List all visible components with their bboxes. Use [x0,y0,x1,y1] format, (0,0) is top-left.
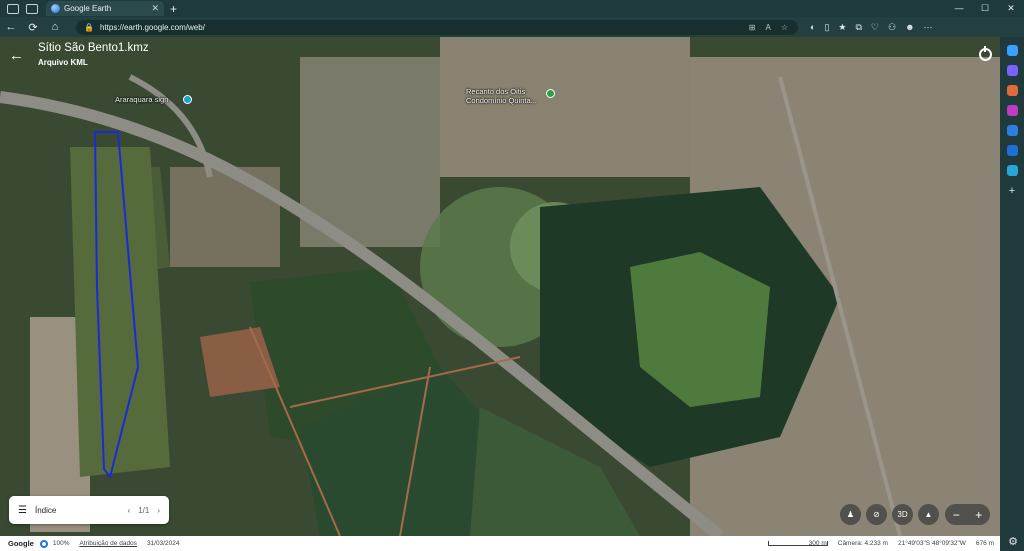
collections-icon[interactable]: ⧉ [855,22,861,33]
no-tilt-icon[interactable]: ⊘ [866,504,887,525]
browser-toolbar: ← ⟳ ⌂ 🔒 https://earth.google.com/web/ ⊞ … [0,17,1024,37]
new-tab-icon[interactable]: + [170,2,177,16]
outlook-icon[interactable] [1006,145,1018,156]
satellite-map[interactable]: ← Sítio São Bento1.kmz Arquivo KML Arara… [0,37,1000,536]
close-window-icon[interactable]: ✕ [998,3,1024,14]
window-controls: — ☐ ✕ [946,3,1024,14]
favorites-icon[interactable]: ★ [838,22,846,33]
map-label-place-2-line1[interactable]: Recanto dos Oitis [466,87,525,96]
scale-bar: 300 m [767,540,828,547]
list-icon: ☰ [18,504,27,516]
minimize-icon[interactable]: — [946,3,972,14]
file-subtitle: Arquivo KML [38,58,88,67]
toolbox-icon[interactable] [1006,85,1018,96]
tab-actions-icon[interactable] [26,3,38,14]
home-icon[interactable]: ⌂ [44,21,66,33]
back-arrow-icon[interactable]: ← [9,47,24,64]
park-pin-icon[interactable] [546,89,555,98]
browser-tab-bar: Google Earth ✕ + — ☐ ✕ [0,0,1024,17]
browser-sidebar: + [1000,37,1024,551]
pegman-icon[interactable]: ♟ [840,504,861,525]
zoom-level: 100% [52,540,70,547]
page-indicator: 1/1 [138,505,150,515]
close-tab-icon[interactable]: ✕ [151,3,159,14]
file-title: Sítio São Bento1.kmz [38,42,149,54]
refresh-icon[interactable]: ⟳ [22,21,44,34]
read-aloud-icon[interactable]: A [765,23,770,32]
browser-essentials-icon[interactable]: ⚇ [888,22,896,33]
workspaces-icon[interactable] [7,3,19,14]
tag-icon[interactable] [1006,65,1018,76]
profile-avatar-icon[interactable]: ☻ [905,22,914,33]
address-bar[interactable]: 🔒 https://earth.google.com/web/ ⊞ A ☆ [76,19,798,35]
tab-google-earth[interactable]: Google Earth ✕ [46,1,164,16]
zoom-out-icon[interactable]: − [953,508,960,522]
map-label-place-1[interactable]: Araraquara sign [115,95,168,104]
google-brand: Google [8,539,34,548]
telegram-icon[interactable] [1006,165,1018,176]
tab-title: Google Earth [64,4,112,13]
camera-altitude: Câmera: 4.233 m [837,540,888,547]
lock-icon[interactable]: 🔒 [84,23,94,32]
imagery-date: 31/03/2024 [146,540,180,547]
copilot-icon[interactable] [1006,45,1018,56]
add-sidebar-icon[interactable]: + [1009,185,1015,197]
coordinates: 21°49'03"S 48°09'32"W [897,540,966,547]
status-bar: Google 100% Atribuição de dados 31/03/20… [0,536,1000,551]
split-screen-icon[interactable]: ▯ [824,22,829,33]
3d-toggle-button[interactable]: 3D [892,504,913,525]
next-page-icon[interactable]: › [157,506,160,515]
performance-icon[interactable]: ♡ [871,22,879,33]
compass-icon[interactable]: ▲ [918,504,939,525]
power-icon[interactable] [979,46,992,61]
more-menu-icon[interactable]: ⋯ [924,22,933,33]
url-text: https://earth.google.com/web/ [99,22,205,32]
prev-page-icon[interactable]: ‹ [128,506,131,515]
elevation: 676 m [975,540,994,547]
favorite-star-icon[interactable]: ☆ [781,23,788,32]
back-icon[interactable]: ← [0,21,22,33]
index-panel[interactable]: ☰ Índice ‹ 1/1 › [9,496,169,524]
settings-gear-icon[interactable]: ⚙ [1008,535,1018,548]
satellite-imagery [0,37,1000,536]
apps-icon[interactable]: ⊞ [749,23,756,32]
zoom-in-icon[interactable]: + [975,508,982,522]
extension-icon[interactable]: ◐ [810,22,815,33]
people-icon[interactable] [1006,105,1018,116]
zoom-ring-icon [39,539,48,548]
attribution-link[interactable]: Atribuição de dados [79,540,136,547]
index-label: Índice [34,505,57,515]
zoom-control: − + [945,504,990,525]
index-pager: ‹ 1/1 › [128,506,160,515]
office-icon[interactable] [1006,125,1018,136]
map-label-place-2-line2[interactable]: Condomínio Quinta... [466,96,537,105]
browser-tools: ◐ ▯ ★ ⧉ ♡ ⚇ ☻ ⋯ [810,22,933,33]
google-earth-favicon-icon [51,4,60,13]
maximize-icon[interactable]: ☐ [972,3,998,14]
place-pin-icon[interactable] [183,95,192,104]
